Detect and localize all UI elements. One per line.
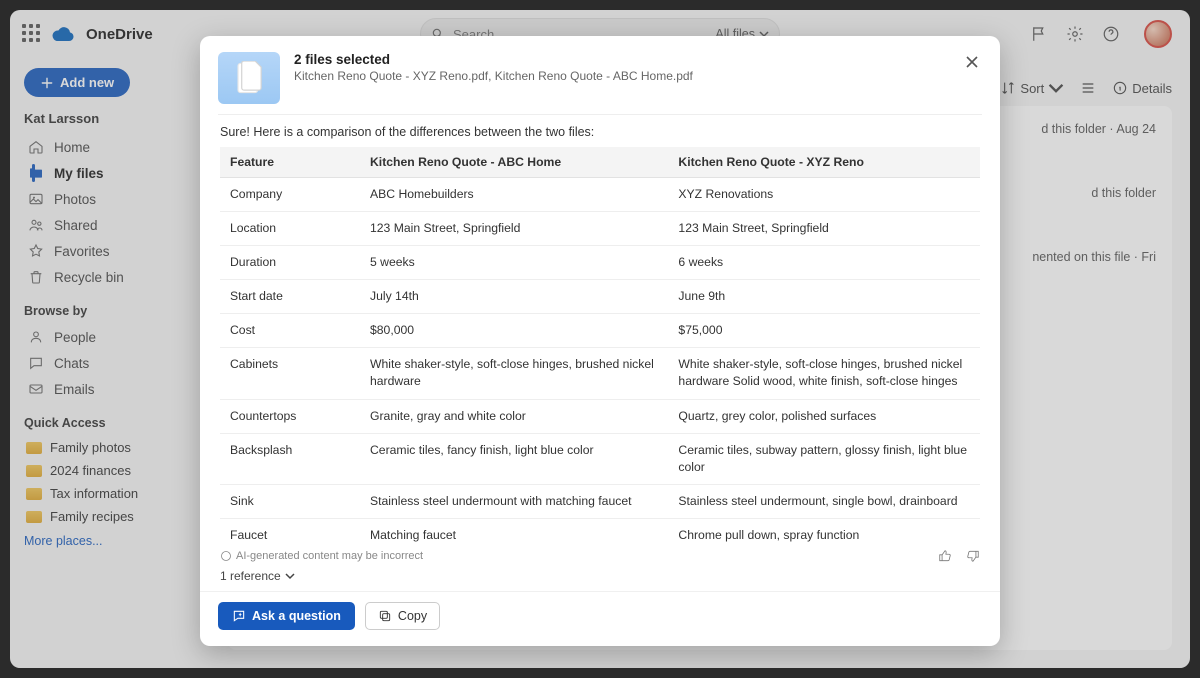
value-cell-b: $75,000 <box>668 314 980 348</box>
value-cell-a: ABC Homebuilders <box>360 178 668 212</box>
copy-label: Copy <box>398 609 427 623</box>
feature-cell: Backsplash <box>220 433 360 484</box>
value-cell-a: Ceramic tiles, fancy finish, light blue … <box>360 433 668 484</box>
feature-cell: Company <box>220 178 360 212</box>
modal-subtitle: Kitchen Reno Quote - XYZ Reno.pdf, Kitch… <box>294 69 693 83</box>
feature-cell: Duration <box>220 246 360 280</box>
copy-icon <box>378 609 392 623</box>
table-row: SinkStainless steel undermount with matc… <box>220 484 980 518</box>
table-row: CabinetsWhite shaker-style, soft-close h… <box>220 348 980 399</box>
value-cell-a: July 14th <box>360 280 668 314</box>
modal-title: 2 files selected <box>294 52 693 67</box>
close-button[interactable] <box>960 50 984 74</box>
modal-body: Sure! Here is a comparison of the differ… <box>200 114 1000 591</box>
value-cell-b: XYZ Renovations <box>668 178 980 212</box>
feature-cell: Countertops <box>220 399 360 433</box>
app-window: OneDrive All files Add new Kat Larsson <box>10 10 1190 668</box>
table-row: CompanyABC HomebuildersXYZ Renovations <box>220 178 980 212</box>
close-icon <box>965 55 979 69</box>
table-row: Cost$80,000$75,000 <box>220 314 980 348</box>
value-cell-b: Stainless steel undermount, single bowl,… <box>668 484 980 518</box>
disclaimer-text: AI-generated content may be incorrect <box>236 550 423 562</box>
reference-toggle[interactable]: 1 reference <box>218 565 982 591</box>
copilot-modal: 2 files selected Kitchen Reno Quote - XY… <box>200 36 1000 646</box>
value-cell-a: Granite, gray and white color <box>360 399 668 433</box>
copy-button[interactable]: Copy <box>365 602 440 630</box>
modal-actions: Ask a question Copy <box>200 591 1000 646</box>
info-small-icon <box>220 550 232 562</box>
file-thumbnail <box>218 52 280 104</box>
comparison-table: Feature Kitchen Reno Quote - ABC Home Ki… <box>220 147 980 543</box>
value-cell-b: 6 weeks <box>668 246 980 280</box>
table-row: Duration5 weeks6 weeks <box>220 246 980 280</box>
feature-cell: Sink <box>220 484 360 518</box>
table-header: Feature <box>220 147 360 178</box>
response-scroll[interactable]: Sure! Here is a comparison of the differ… <box>218 114 982 543</box>
value-cell-b: Ceramic tiles, subway pattern, glossy fi… <box>668 433 980 484</box>
sparkle-chat-icon <box>232 609 246 623</box>
table-row: BacksplashCeramic tiles, fancy finish, l… <box>220 433 980 484</box>
value-cell-a: Stainless steel undermount with matching… <box>360 484 668 518</box>
modal-overlay: 2 files selected Kitchen Reno Quote - XY… <box>10 10 1190 668</box>
documents-icon <box>234 61 264 95</box>
response-meta: AI-generated content may be incorrect <box>218 543 982 565</box>
value-cell-a: White shaker-style, soft-close hinges, b… <box>360 348 668 399</box>
value-cell-b: 123 Main Street, Springfield <box>668 212 980 246</box>
table-row: FaucetMatching faucetChrome pull down, s… <box>220 518 980 543</box>
thumbs-down-icon[interactable] <box>966 549 980 563</box>
thumbs-up-icon[interactable] <box>938 549 952 563</box>
feature-cell: Cost <box>220 314 360 348</box>
feature-cell: Faucet <box>220 518 360 543</box>
feature-cell: Start date <box>220 280 360 314</box>
value-cell-b: June 9th <box>668 280 980 314</box>
table-row: Start dateJuly 14thJune 9th <box>220 280 980 314</box>
value-cell-a: 123 Main Street, Springfield <box>360 212 668 246</box>
feature-cell: Location <box>220 212 360 246</box>
modal-header: 2 files selected Kitchen Reno Quote - XY… <box>200 36 1000 114</box>
value-cell-a: 5 weeks <box>360 246 668 280</box>
ask-question-button[interactable]: Ask a question <box>218 602 355 630</box>
table-row: Location123 Main Street, Springfield123 … <box>220 212 980 246</box>
chevron-down-icon <box>285 571 295 581</box>
table-header: Kitchen Reno Quote - ABC Home <box>360 147 668 178</box>
table-row: CountertopsGranite, gray and white color… <box>220 399 980 433</box>
value-cell-b: Chrome pull down, spray function <box>668 518 980 543</box>
value-cell-b: White shaker-style, soft-close hinges, b… <box>668 348 980 399</box>
value-cell-a: Matching faucet <box>360 518 668 543</box>
reference-label: 1 reference <box>220 569 281 583</box>
table-header: Kitchen Reno Quote - XYZ Reno <box>668 147 980 178</box>
response-intro: Sure! Here is a comparison of the differ… <box>220 125 980 139</box>
value-cell-b: Quartz, grey color, polished surfaces <box>668 399 980 433</box>
value-cell-a: $80,000 <box>360 314 668 348</box>
feature-cell: Cabinets <box>220 348 360 399</box>
ask-question-label: Ask a question <box>252 609 341 623</box>
